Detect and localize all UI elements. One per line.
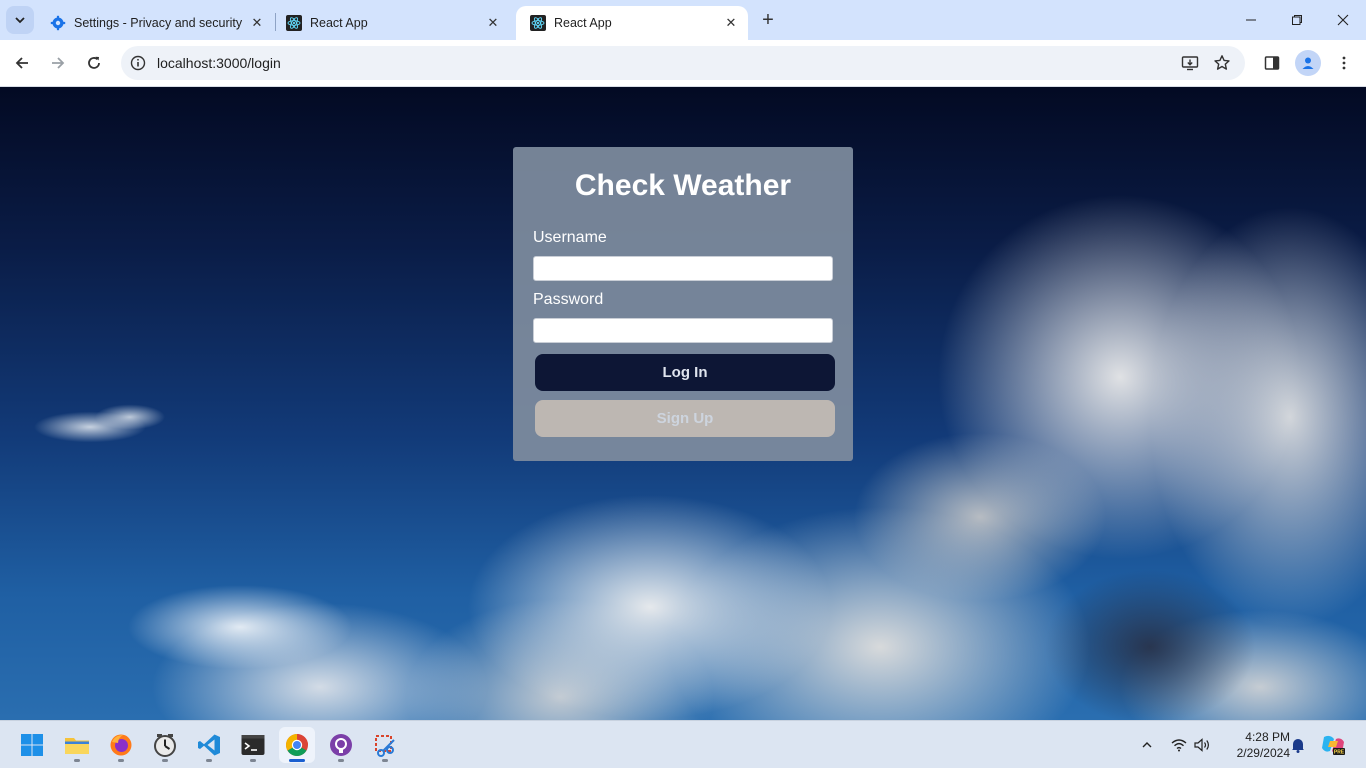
login-card: Check Weather Username Password Log In S…: [513, 147, 853, 461]
restore-button[interactable]: [1274, 0, 1320, 40]
running-indicator: [338, 759, 344, 762]
running-indicator: [74, 759, 80, 762]
running-indicator: [250, 759, 256, 762]
plus-icon: +: [762, 8, 774, 31]
tab-strip: Settings - Privacy and security ✕ React …: [0, 0, 1366, 40]
address-bar[interactable]: localhost:3000/login: [121, 46, 1245, 80]
back-button[interactable]: [8, 49, 36, 77]
signup-button[interactable]: Sign Up: [535, 400, 835, 437]
taskbar-terminal[interactable]: [235, 727, 271, 763]
snipping-tool-icon: [375, 735, 395, 757]
url-text: localhost:3000/login: [157, 55, 281, 71]
profile-button[interactable]: [1295, 50, 1321, 76]
chevron-up-icon: [1142, 742, 1152, 748]
browser-toolbar: localhost:3000/login: [0, 40, 1366, 87]
password-input[interactable]: [533, 318, 833, 343]
copilot-icon: PRE: [1322, 735, 1345, 756]
close-tab-icon[interactable]: ✕: [722, 14, 740, 32]
react-icon: [530, 15, 546, 31]
tab-title: React App: [554, 16, 612, 30]
taskbar-vscode[interactable]: [191, 727, 227, 763]
login-button[interactable]: Log In: [535, 354, 835, 391]
close-tab-icon[interactable]: ✕: [484, 14, 502, 32]
forward-button[interactable]: [44, 49, 72, 77]
running-indicator: [206, 759, 212, 762]
firefox-icon: [110, 734, 132, 756]
taskbar-firefox[interactable]: [103, 727, 139, 763]
clock-app-icon: [154, 734, 176, 757]
windows-taskbar: 4:28 PM 2/29/2024 PRE: [0, 720, 1366, 768]
taskbar-chrome[interactable]: [279, 727, 315, 763]
close-icon: [1337, 14, 1349, 26]
tab-title: React App: [310, 16, 368, 30]
minimize-button[interactable]: [1228, 0, 1274, 40]
vscode-icon: [198, 734, 220, 756]
new-tab-button[interactable]: +: [756, 8, 780, 32]
volume-control[interactable]: [1192, 721, 1214, 768]
show-hidden-icons-button[interactable]: [1136, 721, 1158, 768]
chrome-icon: [286, 734, 308, 756]
close-window-button[interactable]: [1320, 0, 1366, 40]
arrow-left-icon: [15, 57, 28, 69]
settings-gear-icon: [50, 15, 66, 31]
reload-button[interactable]: [80, 49, 108, 77]
chevron-down-icon: [15, 17, 25, 24]
active-indicator: [289, 759, 305, 762]
tab-search-button[interactable]: [6, 6, 34, 34]
taskbar-snipping-tool[interactable]: [367, 727, 403, 763]
side-panel-icon: [1264, 56, 1280, 70]
volume-icon: [1194, 738, 1209, 752]
file-explorer-icon: [65, 738, 89, 754]
taskbar-clock-app[interactable]: [147, 727, 183, 763]
clock-date: 2/29/2024: [1236, 746, 1290, 760]
system-clock[interactable]: 4:28 PM 2/29/2024: [1222, 729, 1290, 761]
svg-text:PRE: PRE: [1334, 750, 1345, 756]
github-desktop-icon: [330, 734, 352, 756]
reload-icon: [88, 56, 100, 69]
menu-button[interactable]: [1331, 50, 1357, 76]
side-panel-button[interactable]: [1259, 50, 1285, 76]
password-label: Password: [533, 291, 604, 308]
bookmark-star-icon[interactable]: [1213, 54, 1231, 72]
more-vertical-icon: [1342, 56, 1346, 70]
arrow-right-icon: [52, 57, 65, 69]
notifications-button[interactable]: [1288, 721, 1308, 768]
wifi-icon: [1171, 739, 1187, 752]
close-tab-icon[interactable]: ✕: [248, 14, 266, 32]
tab-settings[interactable]: Settings - Privacy and security ✕: [36, 6, 274, 40]
restore-icon: [1292, 15, 1302, 25]
username-label: Username: [533, 229, 607, 246]
taskbar-file-explorer[interactable]: [59, 727, 95, 763]
start-icon: [21, 734, 43, 756]
notification-bell-icon: [1292, 739, 1304, 753]
page-background-clouds: Check Weather Username Password Log In S…: [0, 87, 1366, 720]
install-app-icon[interactable]: [1181, 54, 1199, 72]
taskbar-github-desktop[interactable]: [323, 727, 359, 763]
terminal-icon: [241, 735, 265, 755]
wifi-status[interactable]: [1168, 721, 1190, 768]
running-indicator: [118, 759, 124, 762]
tab-react-app-active[interactable]: React App ✕: [516, 6, 748, 40]
running-indicator: [382, 759, 388, 762]
site-info-icon[interactable]: [129, 54, 147, 72]
running-indicator: [162, 759, 168, 762]
page-title: Check Weather: [574, 169, 792, 202]
tab-title: Settings - Privacy and security: [74, 16, 243, 30]
profile-icon: [1302, 57, 1314, 69]
tab-react-app-1[interactable]: React App ✕: [272, 6, 510, 40]
copilot-button[interactable]: PRE: [1318, 721, 1348, 768]
username-input[interactable]: [533, 256, 833, 281]
start-button[interactable]: [14, 727, 50, 763]
clock-time: 4:28 PM: [1245, 730, 1290, 744]
react-icon: [286, 15, 302, 31]
minimize-icon: [1246, 19, 1256, 21]
